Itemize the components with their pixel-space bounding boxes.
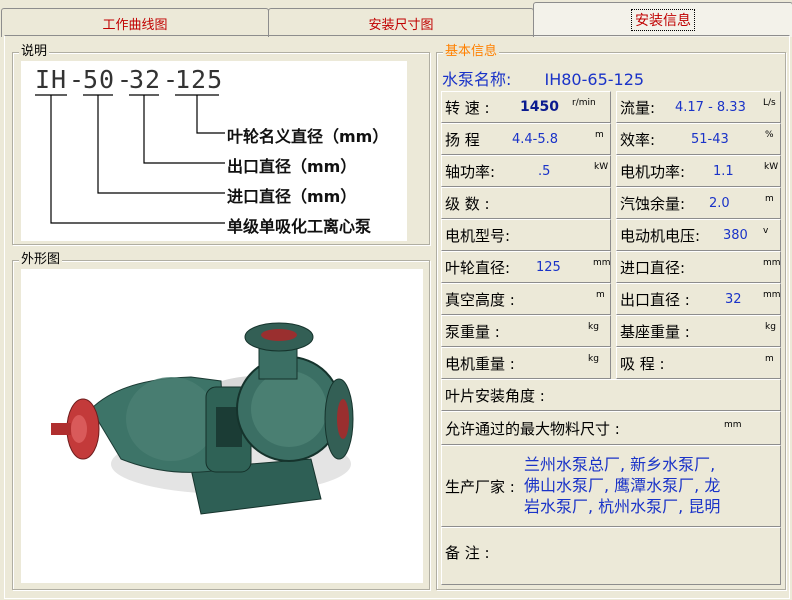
motor-model-label: 电机型号: (445, 227, 511, 245)
tab-installation-dimensions[interactable]: 安装尺寸图 (268, 8, 534, 37)
spec-cell-max-particle: 允许通过的最大物料尺寸 : mm (441, 411, 781, 445)
model-naming-diagram: IH - 50 - 32 - 125 叶轮名义直径（mm） 出口直径（mm） 进… (21, 61, 407, 241)
tab-installation-info[interactable]: 安装信息 (533, 2, 792, 37)
pump-illustration (51, 322, 354, 515)
flow-unit: L/s (763, 98, 776, 108)
spec-cell-base-weight: 基座重量 : kg (616, 315, 781, 347)
speed-label: 转 速 : (445, 99, 490, 117)
spec-cell-shaft-power: 轴功率: .5 kW (441, 155, 611, 187)
outlet-diameter-desc: 出口直径（mm） (227, 157, 357, 176)
flow-label: 流量: (620, 99, 656, 117)
spec-cell-motor-model: 电机型号: (441, 219, 611, 251)
impeller-diameter-desc: 叶轮名义直径（mm） (227, 127, 389, 146)
shaft-power-value: .5 (538, 164, 551, 179)
efficiency-label: 效率: (620, 131, 656, 149)
spec-cell-motor-weight: 电机重量 : kg (441, 347, 611, 379)
motor-voltage-value: 380 (723, 228, 748, 243)
model-naming-group-title: 说明 (19, 44, 50, 60)
efficiency-value: 51-43 (691, 132, 729, 147)
suction-lift-label: 吸 程 : (620, 355, 665, 373)
spec-cell-blade-angle: 叶片安装角度 : (441, 379, 781, 411)
head-label: 扬 程 (445, 131, 480, 149)
blade-angle-label: 叶片安装角度 : (445, 387, 545, 405)
model-naming-group: 说明 IH - 50 - 32 - 125 叶轮名义直径（mm） 出口直径（mm… (12, 44, 430, 245)
shaft-power-label: 轴功率: (445, 163, 496, 181)
pump-name-row: 水泵名称: IH80-65-125 (442, 66, 644, 90)
tab-installation-info-label: 安装信息 (631, 9, 695, 31)
efficiency-unit: % (765, 130, 774, 140)
spec-cell-stages: 级 数 : (441, 187, 611, 219)
motor-voltage-unit: v (763, 226, 769, 236)
stages-label: 级 数 : (445, 195, 490, 213)
tab-bar: 工作曲线图 安装尺寸图 安装信息 (0, 0, 792, 37)
flow-value: 4.17 - 8.33 (675, 100, 746, 115)
inlet-diameter-label: 进口直径: (620, 259, 686, 277)
basic-info-group-title: 基本信息 (443, 44, 500, 60)
speed-value: 1450 (520, 99, 559, 115)
pump-weight-unit: kg (588, 322, 599, 332)
speed-unit: r/min (572, 98, 596, 108)
suction-lift-unit: m (765, 354, 774, 364)
spec-cell-motor-voltage: 电动机电压: 380 v (616, 219, 781, 251)
spec-cell-efficiency: 效率: 51-43 % (616, 123, 781, 155)
pump-photo (21, 269, 423, 583)
motor-weight-unit: kg (588, 354, 599, 364)
base-weight-unit: kg (765, 322, 776, 332)
outlet-diameter-unit: mm (763, 290, 781, 300)
manufacturer-list: 兰州水泵总厂, 新乡水泵厂, 佛山水泵厂, 鹰潭水泵厂, 龙 岩水泵厂, 杭州水… (524, 454, 720, 517)
pump-type-desc: 单级单吸化工离心泵 (227, 217, 372, 236)
outline-photo-group-title: 外形图 (19, 252, 63, 268)
motor-power-label: 电机功率: (620, 163, 686, 181)
motor-weight-label: 电机重量 : (445, 355, 515, 373)
motor-power-value: 1.1 (713, 164, 734, 179)
manufacturer-line-1: 兰州水泵总厂, 新乡水泵厂, (524, 455, 716, 474)
spec-cell-suction-lift: 吸 程 : m (616, 347, 781, 379)
outlet-diameter-value: 32 (725, 292, 742, 307)
npsh-label: 汽蚀余量: (620, 195, 686, 213)
head-unit: m (595, 130, 604, 140)
base-weight-label: 基座重量 : (620, 323, 690, 341)
spec-cell-head: 扬 程 4.4-5.8 m (441, 123, 611, 155)
tab-performance-curve-label: 工作曲线图 (102, 17, 168, 33)
pump-name-label: 水泵名称: (442, 70, 512, 89)
tab-installation-dimensions-label: 安装尺寸图 (368, 17, 434, 33)
spec-cell-flow: 流量: 4.17 - 8.33 L/s (616, 91, 781, 123)
spec-cell-impeller-diameter: 叶轮直径: 125 mm (441, 251, 611, 283)
spec-cell-speed: 转 速 : 1450 r/min (441, 91, 611, 123)
manufacturer-line-3: 岩水泵厂, 杭州水泵厂, 昆明 (524, 497, 721, 516)
spec-cell-inlet-diameter: 进口直径: mm (616, 251, 781, 283)
impeller-diameter-unit: mm (593, 258, 611, 268)
spec-cell-npsh: 汽蚀余量: 2.0 m (616, 187, 781, 219)
inlet-diameter-unit: mm (763, 258, 781, 268)
head-value: 4.4-5.8 (512, 132, 559, 147)
max-particle-label: 允许通过的最大物料尺寸 : (445, 420, 620, 438)
vacuum-height-label: 真空高度 : (445, 291, 515, 309)
remarks-label: 备 注 : (445, 544, 490, 562)
manufacturer-label: 生产厂家 : (445, 478, 515, 496)
impeller-diameter-value: 125 (536, 260, 561, 275)
spec-cell-motor-power: 电机功率: 1.1 kW (616, 155, 781, 187)
outlet-diameter-label: 出口直径 : (620, 291, 690, 309)
spec-cell-pump-weight: 泵重量 : kg (441, 315, 611, 347)
tab-performance-curve[interactable]: 工作曲线图 (1, 8, 269, 37)
npsh-value: 2.0 (709, 196, 730, 211)
spec-cell-outlet-diameter: 出口直径 : 32 mm (616, 283, 781, 315)
max-particle-unit: mm (724, 420, 742, 430)
shaft-power-unit: kW (594, 162, 609, 172)
manufacturer-line-2: 佛山水泵厂, 鹰潭水泵厂, 龙 (524, 476, 721, 495)
pump-name-value: IH80-65-125 (544, 70, 645, 89)
inlet-diameter-desc: 进口直径（mm） (227, 187, 357, 206)
motor-power-unit: kW (764, 162, 779, 172)
vacuum-height-unit: m (596, 290, 605, 300)
npsh-unit: m (765, 194, 774, 204)
spec-cell-vacuum-height: 真空高度 : m (441, 283, 611, 315)
outline-photo-group: 外形图 (12, 252, 430, 590)
pump-weight-label: 泵重量 : (445, 323, 500, 341)
motor-voltage-label: 电动机电压: (620, 227, 701, 245)
spec-cell-remarks: 备 注 : (441, 527, 781, 585)
spec-cell-manufacturer: 生产厂家 : 兰州水泵总厂, 新乡水泵厂, 佛山水泵厂, 鹰潭水泵厂, 龙 岩水… (441, 445, 781, 527)
impeller-diameter-label: 叶轮直径: (445, 259, 511, 277)
